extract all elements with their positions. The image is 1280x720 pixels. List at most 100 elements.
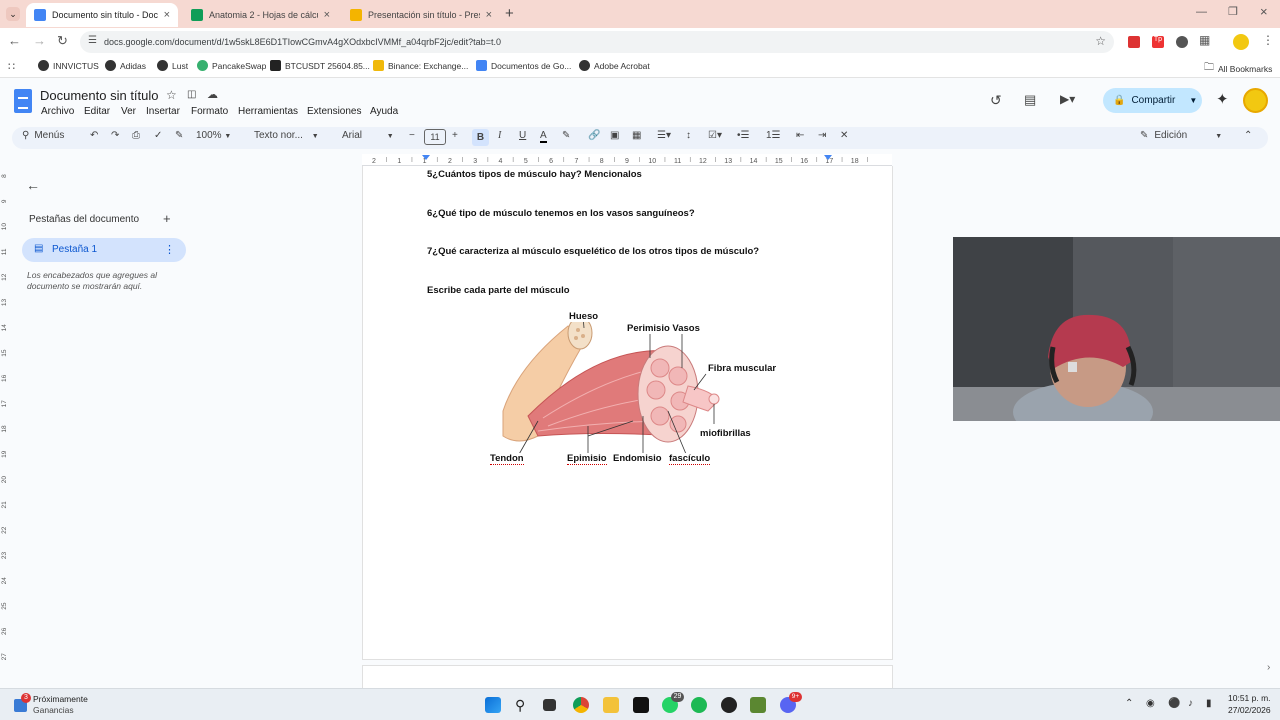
back-icon[interactable]: ← bbox=[8, 33, 21, 48]
align-icon[interactable]: ☰▾ bbox=[657, 130, 671, 141]
line-spacing-icon[interactable]: ↕ bbox=[686, 130, 691, 141]
clock-time[interactable]: 10:51 p. m. bbox=[1228, 693, 1271, 703]
close-panel-back-icon[interactable]: ← bbox=[26, 177, 40, 193]
gemini-sparkle-icon[interactable]: ✦ bbox=[1216, 90, 1229, 108]
bookmark-adobe-acrobat[interactable]: Adobe Acrobat bbox=[579, 60, 650, 71]
star-icon[interactable]: ☆ bbox=[166, 88, 177, 102]
close-tab-icon[interactable]: × bbox=[324, 9, 330, 21]
task-view-icon[interactable] bbox=[543, 699, 556, 711]
extension-icon[interactable] bbox=[1128, 36, 1140, 48]
instruction-text[interactable]: Escribe cada parte del músculo bbox=[427, 285, 570, 296]
menu-herramientas[interactable]: Herramientas bbox=[238, 106, 298, 117]
tab-options-icon[interactable]: ⋮ bbox=[164, 243, 175, 256]
browser-tab-docs[interactable]: Documento sin título - Docume × bbox=[26, 3, 178, 27]
bookmark-binance[interactable]: Binance: Exchange... bbox=[373, 60, 468, 71]
bookmark-pancakeswap[interactable]: PancakeSwap bbox=[197, 60, 266, 71]
add-tab-icon[interactable]: + bbox=[163, 211, 171, 226]
increase-indent-icon[interactable]: ⇥ bbox=[818, 130, 826, 141]
file-explorer-icon[interactable] bbox=[603, 697, 619, 713]
volume-icon[interactable]: ♪ bbox=[1188, 698, 1193, 709]
menu-ver[interactable]: Ver bbox=[121, 106, 136, 117]
decrease-font-size-icon[interactable]: − bbox=[409, 130, 415, 141]
menu-formato[interactable]: Formato bbox=[191, 106, 228, 117]
start-windows-icon[interactable] bbox=[485, 697, 501, 713]
clock-date[interactable]: 27/02/2026 bbox=[1228, 705, 1271, 715]
menu-archivo[interactable]: Archivo bbox=[41, 106, 74, 117]
menu-extensiones[interactable]: Extensiones bbox=[307, 106, 361, 117]
redo-icon[interactable]: ↷ bbox=[111, 130, 119, 141]
clear-formatting-icon[interactable]: ✕ bbox=[840, 130, 848, 141]
style-select[interactable]: Texto nor... ▼ bbox=[254, 130, 319, 141]
news-widget[interactable]: 3 Próximamente Ganancias bbox=[12, 693, 112, 717]
address-bar[interactable]: ☰ docs.google.com/document/d/1w5skL8E6D1… bbox=[80, 31, 1114, 53]
microphone-icon[interactable]: ⚫ bbox=[1168, 698, 1180, 709]
tiktok-icon[interactable] bbox=[633, 697, 649, 713]
obs-icon[interactable] bbox=[721, 697, 737, 713]
question-5[interactable]: 5¿Cuántos tipos de músculo hay? Menciona… bbox=[427, 169, 642, 180]
document-title[interactable]: Documento sin título bbox=[40, 88, 159, 103]
tab-search-chevron-icon[interactable]: ⌄ bbox=[6, 7, 20, 21]
extension-icon[interactable] bbox=[1176, 36, 1188, 48]
print-icon[interactable]: ⎙ bbox=[132, 130, 140, 141]
share-button[interactable]: 🔒 Compartir ▼ bbox=[1103, 88, 1202, 113]
account-avatar[interactable] bbox=[1243, 88, 1268, 113]
move-folder-icon[interactable]: ◫ bbox=[187, 89, 196, 100]
minecraft-icon[interactable] bbox=[750, 697, 766, 713]
new-tab-button[interactable]: + bbox=[505, 5, 514, 22]
zoom-select[interactable]: 100% ▼ bbox=[196, 130, 231, 141]
restore-window-button[interactable]: ❐ bbox=[1228, 5, 1238, 18]
bookmark-google-docs[interactable]: Documentos de Go... bbox=[476, 60, 571, 71]
browser-tab-sheets[interactable]: Anatomia 2 - Hojas de cálculo × bbox=[183, 3, 338, 27]
reload-icon[interactable]: ↻ bbox=[57, 33, 68, 49]
browser-menu-icon[interactable]: ⋮ bbox=[1262, 33, 1274, 47]
profile-avatar[interactable] bbox=[1233, 34, 1249, 50]
decrease-indent-icon[interactable]: ⇤ bbox=[796, 130, 804, 141]
forward-icon[interactable]: → bbox=[33, 33, 46, 48]
text-color-icon[interactable]: A bbox=[540, 130, 547, 143]
bookmark-innvictus[interactable]: INNVICTUS bbox=[38, 60, 99, 71]
tray-chevron-up-icon[interactable]: ⌃ bbox=[1125, 698, 1133, 709]
apps-grid-icon[interactable]: ∷ bbox=[8, 60, 15, 73]
bookmark-lust[interactable]: Lust bbox=[157, 60, 188, 71]
italic-icon[interactable]: I bbox=[498, 130, 501, 141]
question-7[interactable]: 7¿Qué caracteriza al músculo esquelético… bbox=[427, 246, 759, 257]
numbered-list-icon[interactable]: 1☰ bbox=[766, 130, 781, 141]
bookmark-btcusdt[interactable]: BTCUSDT 25604.85... bbox=[270, 60, 370, 71]
bulleted-list-icon[interactable]: •☰ bbox=[737, 130, 749, 141]
site-info-icon[interactable]: ☰ bbox=[88, 35, 97, 46]
meet-video-icon[interactable]: ▶▾ bbox=[1060, 92, 1075, 106]
spotify-icon[interactable] bbox=[691, 697, 707, 713]
spellcheck-icon[interactable]: ✓ bbox=[154, 130, 162, 141]
menu-editar[interactable]: Editar bbox=[84, 106, 110, 117]
font-select[interactable]: Arial ▼ bbox=[342, 130, 394, 141]
docs-logo-icon[interactable] bbox=[14, 89, 32, 113]
document-tab-item[interactable]: ▤ Pestaña 1 ⋮ bbox=[22, 238, 186, 262]
browser-tab-slides[interactable]: Presentación sin título - Prese × bbox=[342, 3, 500, 27]
question-6[interactable]: 6¿Qué tipo de músculo tenemos en los vas… bbox=[427, 208, 695, 219]
collapse-menus-icon[interactable]: ⌃ bbox=[1244, 130, 1252, 141]
paint-format-icon[interactable]: ✎ bbox=[175, 130, 183, 141]
extensions-puzzle-icon[interactable]: ▦ bbox=[1199, 33, 1210, 47]
insert-link-icon[interactable]: 🔗 bbox=[588, 130, 600, 141]
font-size-input[interactable]: 11 bbox=[424, 129, 446, 145]
undo-icon[interactable]: ↶ bbox=[90, 130, 98, 141]
search-icon[interactable]: ⚲ bbox=[515, 697, 531, 713]
checklist-icon[interactable]: ☑▾ bbox=[708, 130, 722, 141]
minimize-window-button[interactable]: — bbox=[1196, 6, 1207, 18]
increase-font-size-icon[interactable]: + bbox=[452, 130, 458, 141]
bookmark-star-icon[interactable]: ☆ bbox=[1095, 34, 1106, 48]
highlight-color-icon[interactable]: ✎ bbox=[562, 130, 570, 141]
close-window-button[interactable]: × bbox=[1260, 4, 1268, 19]
bookmark-adidas[interactable]: Adidas bbox=[105, 60, 146, 71]
battery-icon[interactable]: ▮ bbox=[1206, 698, 1212, 709]
chrome-icon[interactable] bbox=[573, 697, 589, 713]
muscle-diagram[interactable]: Hueso Perimisio Vasos Fibra muscular mio… bbox=[488, 306, 788, 471]
editing-mode-select[interactable]: ✎ Edición ▼ bbox=[1140, 130, 1222, 141]
comments-icon[interactable]: ▤ bbox=[1024, 92, 1036, 108]
menu-ayuda[interactable]: Ayuda bbox=[370, 106, 398, 117]
all-bookmarks-folder[interactable]: 🗀 All Bookmarks bbox=[1204, 60, 1272, 77]
close-tab-icon[interactable]: × bbox=[164, 9, 170, 21]
add-comment-icon[interactable]: ▣ bbox=[610, 130, 619, 141]
insert-image-icon[interactable]: ▦ bbox=[632, 130, 641, 141]
underline-icon[interactable]: U bbox=[519, 130, 526, 141]
